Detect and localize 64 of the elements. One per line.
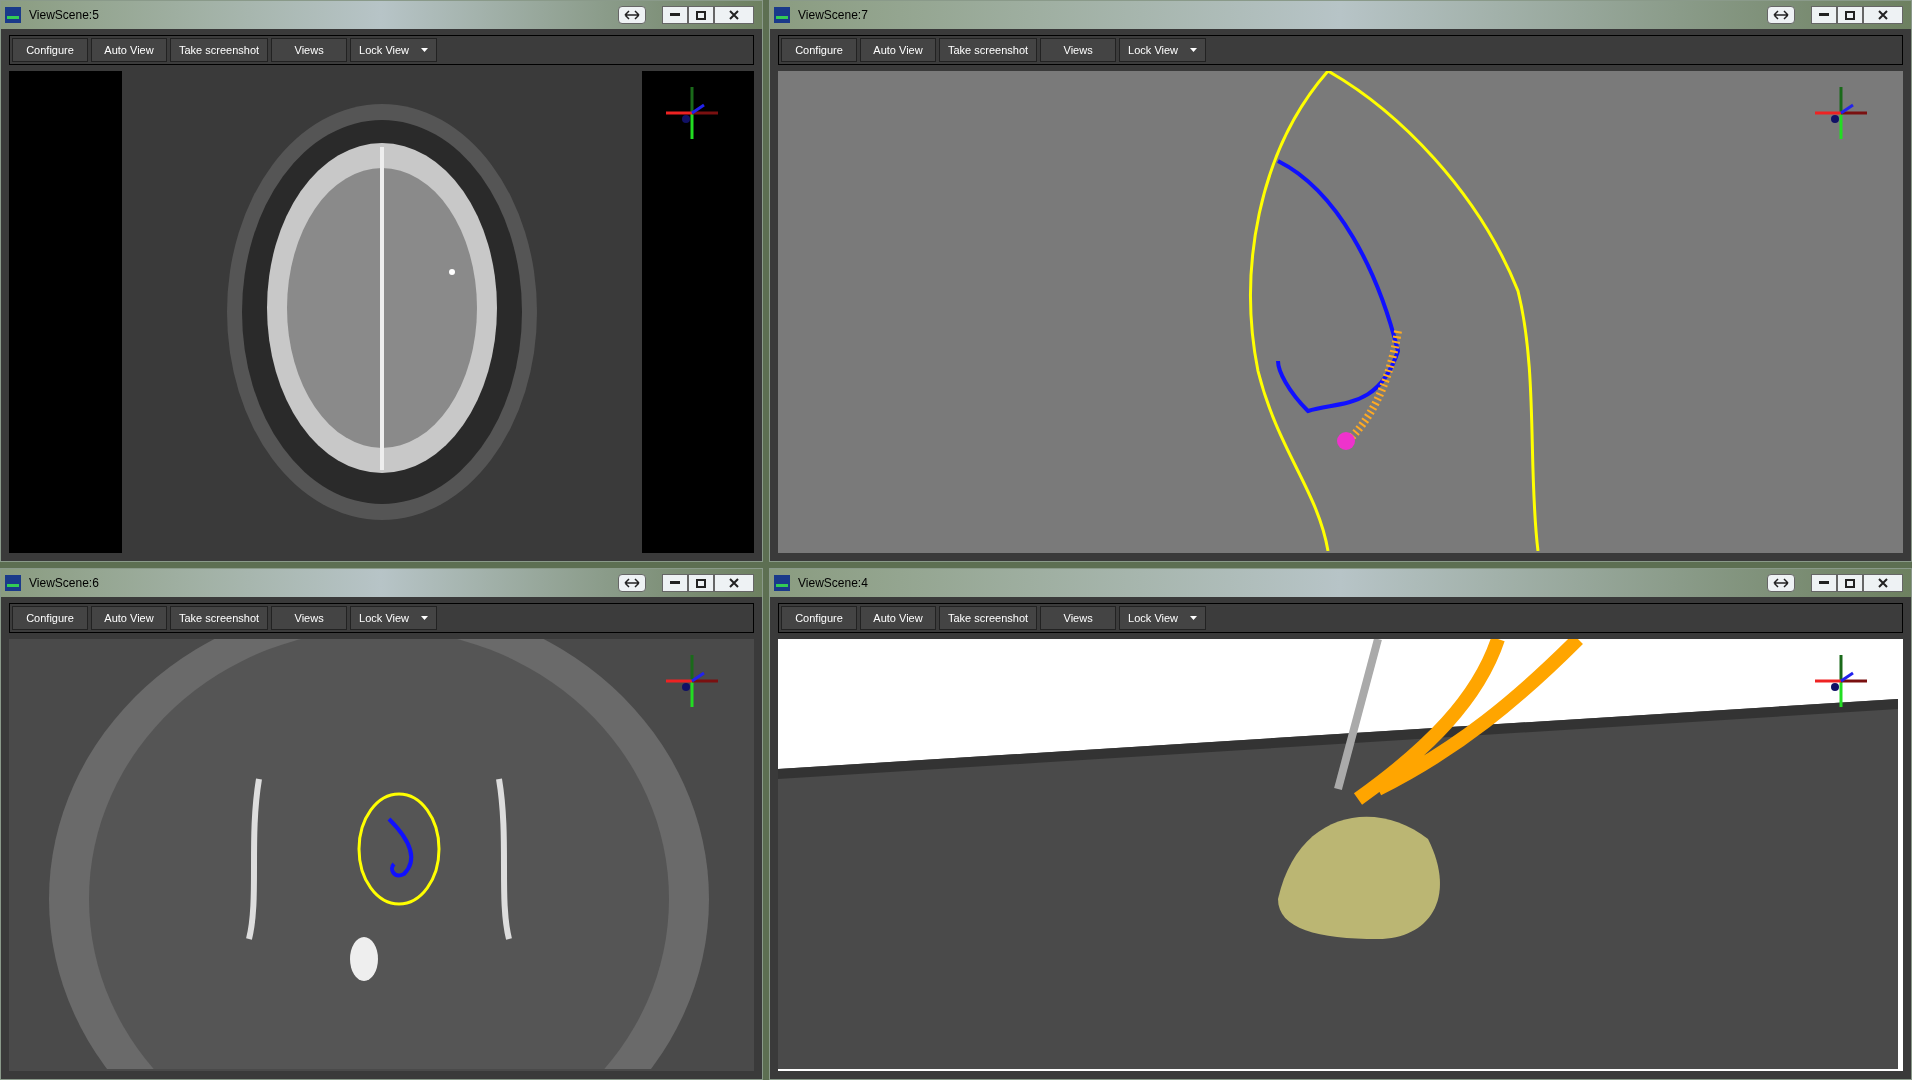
app-icon — [5, 7, 21, 23]
toolbar-button[interactable]: Views — [1040, 38, 1117, 62]
minimize-button[interactable] — [662, 574, 688, 592]
app-icon — [5, 575, 21, 591]
dock-button[interactable] — [618, 574, 646, 592]
minimize-icon — [1819, 13, 1829, 17]
close-button[interactable] — [714, 6, 754, 24]
toolbar-button[interactable]: Take screenshot — [170, 606, 269, 630]
toolbar-button[interactable]: Take screenshot — [170, 38, 269, 62]
maximize-icon — [1845, 578, 1855, 588]
close-icon — [1878, 578, 1888, 588]
toolbar-button[interactable]: Views — [271, 606, 348, 630]
toolbar-button[interactable]: Auto View — [91, 606, 167, 630]
toolbar-button[interactable]: Configure — [781, 606, 857, 630]
close-button[interactable] — [714, 574, 754, 592]
minimize-icon — [670, 13, 680, 17]
caret-icon — [1190, 616, 1198, 620]
minimize-button[interactable] — [1811, 6, 1837, 24]
caret-icon — [421, 48, 429, 52]
app-icon — [774, 7, 790, 23]
maximize-icon — [696, 578, 706, 588]
close-button[interactable] — [1863, 6, 1903, 24]
window-title: ViewScene:6 — [29, 575, 100, 592]
dropdown-button[interactable]: Lock View — [1119, 38, 1207, 62]
minimize-icon — [1819, 581, 1829, 585]
toolbar-button[interactable]: Configure — [12, 38, 88, 62]
minimize-button[interactable] — [662, 6, 688, 24]
dock-button[interactable] — [1767, 6, 1795, 24]
toolbar-button[interactable]: Configure — [781, 38, 857, 62]
close-icon — [729, 578, 739, 588]
close-icon — [1878, 10, 1888, 20]
double-arrow-icon — [624, 10, 640, 20]
double-arrow-icon — [624, 578, 640, 588]
maximize-button[interactable] — [688, 6, 714, 24]
minimize-icon — [670, 581, 680, 585]
minimize-button[interactable] — [1811, 574, 1837, 592]
dropdown-button[interactable]: Lock View — [1119, 606, 1207, 630]
maximize-button[interactable] — [1837, 574, 1863, 592]
dock-button[interactable] — [1767, 574, 1795, 592]
window-title: ViewScene:5 — [29, 7, 100, 24]
toolbar-button[interactable]: Auto View — [860, 606, 936, 630]
close-icon — [729, 10, 739, 20]
double-arrow-icon — [1773, 578, 1789, 588]
toolbar-button[interactable]: Auto View — [91, 38, 167, 62]
dropdown-button[interactable]: Lock View — [350, 606, 438, 630]
caret-icon — [421, 616, 429, 620]
double-arrow-icon — [1773, 10, 1789, 20]
window-title: ViewScene:4 — [798, 575, 869, 592]
app-icon — [774, 575, 790, 591]
close-button[interactable] — [1863, 574, 1903, 592]
toolbar-button[interactable]: Auto View — [860, 38, 936, 62]
maximize-icon — [696, 10, 706, 20]
toolbar-button[interactable]: Take screenshot — [939, 606, 1038, 630]
maximize-icon — [1845, 10, 1855, 20]
toolbar-button[interactable]: Views — [271, 38, 348, 62]
toolbar-button[interactable]: Views — [1040, 606, 1117, 630]
toolbar-button[interactable]: Take screenshot — [939, 38, 1038, 62]
maximize-button[interactable] — [688, 574, 714, 592]
caret-icon — [1190, 48, 1198, 52]
window-title: ViewScene:7 — [798, 7, 869, 24]
maximize-button[interactable] — [1837, 6, 1863, 24]
toolbar-button[interactable]: Configure — [12, 606, 88, 630]
dropdown-button[interactable]: Lock View — [350, 38, 438, 62]
dock-button[interactable] — [618, 6, 646, 24]
